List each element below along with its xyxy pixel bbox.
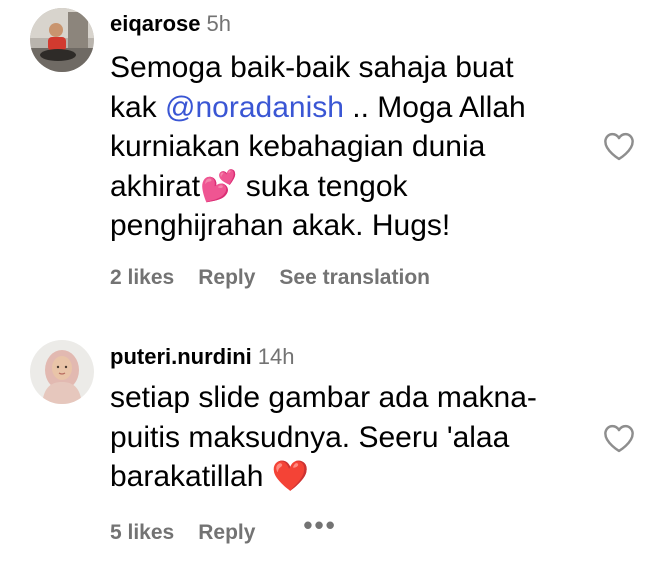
comment-item: eiqarose 5h Semoga baik-baik sahaja buat …: [0, 0, 658, 300]
heart-outline-icon[interactable]: [602, 131, 636, 161]
comment-text-fragment: kak: [110, 90, 157, 124]
comment-line: barakatillah ❤️: [110, 457, 590, 497]
reply-button[interactable]: Reply: [198, 521, 255, 544]
comment-line: kurniakan kebahagian dunia: [110, 130, 486, 163]
heart-outline-icon[interactable]: [602, 423, 636, 453]
comment-text-fragment: .. Moga Allah: [352, 90, 526, 124]
comment-header: puteri.nurdini 14h: [110, 342, 294, 372]
avatar[interactable]: [30, 340, 94, 404]
reply-button[interactable]: Reply: [198, 266, 255, 289]
see-translation-link[interactable]: See translation: [279, 266, 430, 289]
likes-count[interactable]: 2 likes: [110, 266, 174, 289]
comment-header: eiqarose 5h: [110, 9, 231, 39]
comment-item: puteri.nurdini 14h setiap slide gambar ad…: [0, 330, 658, 582]
mention-link[interactable]: @noradanish: [165, 91, 344, 124]
comment-line: akhirat💕 suka tengok: [110, 167, 590, 207]
two-hearts-emoji: 💕: [200, 168, 238, 204]
timestamp: 5h: [206, 11, 231, 36]
comment-text-fragment: barakatillah: [110, 460, 264, 493]
comment-actions: 5 likes Reply •••: [110, 511, 361, 547]
comment-line: puitis maksudnya. Seeru 'alaa: [110, 420, 510, 454]
comment-line: kak @noradanish .. Moga Allah: [110, 88, 590, 128]
timestamp: 14h: [257, 344, 295, 369]
comment-text: setiap slide gambar ada makna- puitis ma…: [110, 378, 590, 497]
comment-line: Semoga baik-baik sahaja buat: [110, 51, 514, 84]
red-heart-emoji: ❤️: [271, 459, 310, 494]
comment-actions: 2 likes Reply See translation: [110, 264, 454, 292]
user-photo-avatar: [30, 8, 94, 72]
avatar[interactable]: [30, 8, 94, 72]
comment-text-fragment: akhirat: [110, 169, 201, 203]
comment-line: penghijrahan akak. Hugs!: [110, 209, 451, 242]
comment-text-fragment: suka tengok: [237, 169, 408, 203]
comment-text: Semoga baik-baik sahaja buat kak @norada…: [110, 48, 590, 246]
more-options-icon[interactable]: •••: [303, 510, 336, 540]
username[interactable]: puteri.nurdini: [110, 344, 252, 369]
comment-line: setiap slide gambar ada makna-: [110, 381, 537, 414]
likes-count[interactable]: 5 likes: [110, 521, 174, 544]
username[interactable]: eiqarose: [110, 11, 201, 36]
user-photo-avatar: [30, 340, 94, 404]
